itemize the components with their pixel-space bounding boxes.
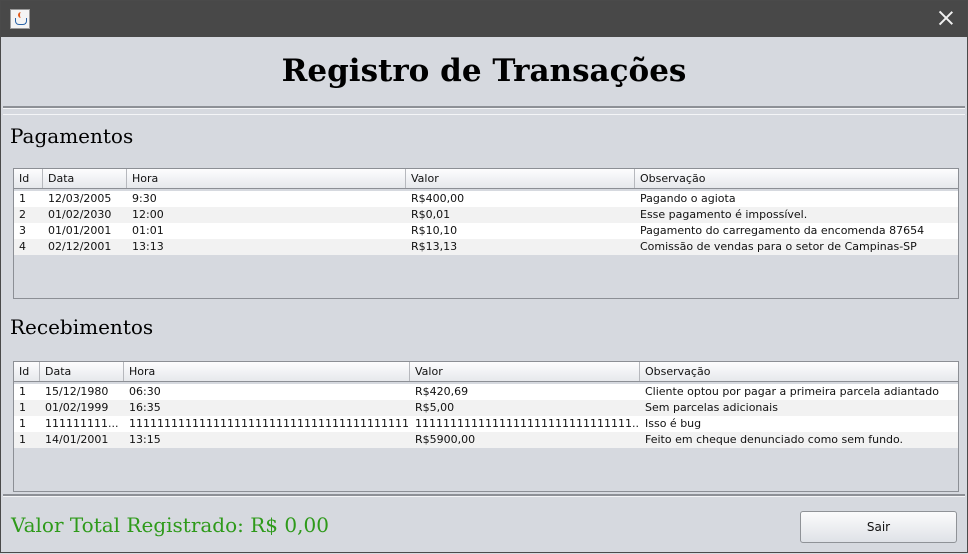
column-header-observacao[interactable]: Observação (635, 169, 958, 188)
table-row[interactable]: 4 02/12/2001 13:13 R$13,13 Comissão de v… (14, 239, 958, 255)
cell-valor: R$5,00 (415, 401, 455, 414)
recebimentos-table[interactable]: Id Data Hora Valor Observação 1 15/12/19… (13, 361, 959, 492)
table-row[interactable]: 3 01/01/2001 01:01 R$10,10 Pagamento do … (14, 223, 958, 239)
cell-id: 3 (19, 224, 26, 237)
footer-panel: Valor Total Registrado: R$ 0,00 Sair (3, 494, 965, 554)
table-row[interactable]: 1 111111111... 1111111111111111111111111… (14, 416, 958, 432)
cell-hora: 16:35 (129, 401, 161, 414)
cell-id: 1 (19, 385, 26, 398)
content-panel: Pagamentos Id Data Hora Valor Observação… (3, 114, 965, 493)
cell-valor: R$10,10 (411, 224, 458, 237)
cell-hora: 1111111111111111111111111111111111111111… (129, 417, 410, 430)
java-icon[interactable] (10, 9, 30, 29)
cell-observacao: Feito em cheque denunciado como sem fund… (645, 433, 904, 446)
cell-data: 01/02/1999 (45, 401, 109, 414)
total-label: Valor Total Registrado: R$ 0,00 (11, 513, 329, 537)
cell-data: 02/12/2001 (48, 240, 112, 253)
table-header: Id Data Hora Valor Observação (14, 169, 958, 189)
cell-hora: 12:00 (132, 208, 164, 221)
cell-id: 1 (19, 401, 26, 414)
cell-valor: R$420,69 (415, 385, 469, 398)
cell-hora: 01:01 (132, 224, 164, 237)
column-header-hora[interactable]: Hora (127, 169, 406, 188)
pagamentos-table[interactable]: Id Data Hora Valor Observação 1 12/03/20… (13, 168, 959, 299)
cell-id: 2 (19, 208, 26, 221)
exit-button[interactable]: Sair (800, 511, 957, 543)
cell-data: 14/01/2001 (45, 433, 109, 446)
cell-hora: 9:30 (132, 192, 157, 205)
close-icon[interactable] (935, 7, 957, 29)
cell-observacao: Esse pagamento é impossível. (640, 208, 808, 221)
cell-observacao: Pagamento do carregamento da encomenda 8… (640, 224, 925, 237)
cell-id: 1 (19, 417, 26, 430)
cell-hora: 13:15 (129, 433, 161, 446)
cell-valor: R$5900,00 (415, 433, 476, 446)
app-window: Registro de Transações Pagamentos Id Dat… (0, 0, 968, 553)
cell-id: 4 (19, 240, 26, 253)
column-header-valor[interactable]: Valor (406, 169, 635, 188)
table-row[interactable]: 1 01/02/1999 16:35 R$5,00 Sem parcelas a… (14, 400, 958, 416)
header-panel: Registro de Transações (3, 39, 965, 108)
cell-observacao: Sem parcelas adicionais (645, 401, 778, 414)
column-header-hora[interactable]: Hora (124, 362, 410, 381)
cell-id: 1 (19, 433, 26, 446)
table-row[interactable]: 1 15/12/1980 06:30 R$420,69 Cliente opto… (14, 384, 958, 400)
cell-observacao: Pagando o agiota (640, 192, 736, 205)
cell-valor: R$0,01 (411, 208, 451, 221)
column-header-observacao[interactable]: Observação (640, 362, 958, 381)
cell-observacao: Cliente optou por pagar a primeira parce… (645, 385, 939, 398)
column-header-id[interactable]: Id (14, 169, 43, 188)
title-bar[interactable] (1, 1, 967, 37)
recebimentos-label: Recebimentos (10, 315, 154, 339)
cell-valor: 1111111111111111111111111111111... (415, 417, 640, 430)
column-header-data[interactable]: Data (40, 362, 124, 381)
column-header-data[interactable]: Data (43, 169, 127, 188)
table-header: Id Data Hora Valor Observação (14, 362, 958, 382)
cell-data: 111111111... (45, 417, 119, 430)
pagamentos-label: Pagamentos (10, 124, 134, 148)
cell-data: 15/12/1980 (45, 385, 109, 398)
cell-hora: 13:13 (132, 240, 164, 253)
cell-valor: R$13,13 (411, 240, 458, 253)
cell-data: 12/03/2005 (48, 192, 112, 205)
table-row[interactable]: 1 14/01/2001 13:15 R$5900,00 Feito em ch… (14, 432, 958, 448)
column-header-valor[interactable]: Valor (410, 362, 640, 381)
page-title: Registro de Transações (281, 53, 687, 89)
cell-data: 01/01/2001 (48, 224, 112, 237)
cell-observacao: Comissão de vendas para o setor de Campi… (640, 240, 917, 253)
table-row[interactable]: 1 12/03/2005 9:30 R$400,00 Pagando o agi… (14, 191, 958, 207)
cell-id: 1 (19, 192, 26, 205)
column-header-id[interactable]: Id (14, 362, 40, 381)
cell-hora: 06:30 (129, 385, 161, 398)
cell-observacao: Isso é bug (645, 417, 702, 430)
table-row[interactable]: 2 01/02/2030 12:00 R$0,01 Esse pagamento… (14, 207, 958, 223)
cell-data: 01/02/2030 (48, 208, 112, 221)
cell-valor: R$400,00 (411, 192, 465, 205)
